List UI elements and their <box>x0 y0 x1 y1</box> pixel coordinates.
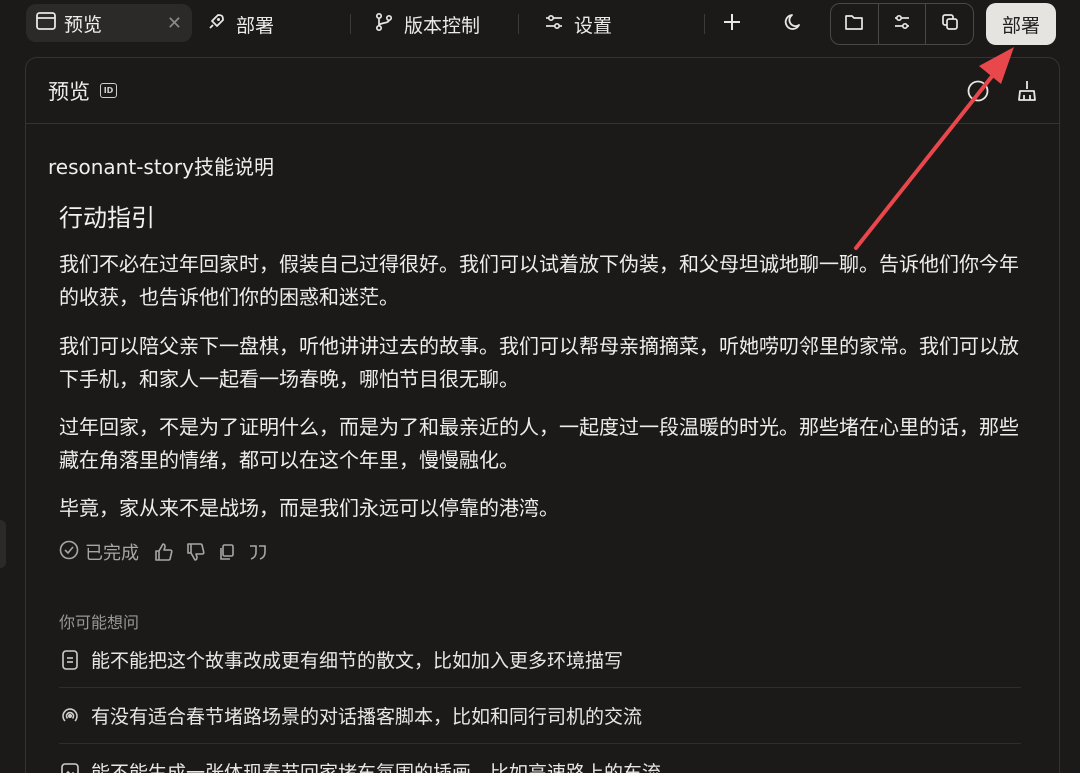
tab-version-control-label: 版本控制 <box>404 14 481 37</box>
tab-deploy[interactable]: 部署 <box>206 6 274 42</box>
close-icon[interactable]: ✕ <box>167 13 182 34</box>
deploy-button[interactable]: 部署 <box>986 3 1056 45</box>
preview-panel: 预览 ID resonant-story技能说明 行动指引 我们不必在过年回家时… <box>25 57 1060 773</box>
tab-version-control[interactable]: 版本控制 <box>374 6 480 42</box>
sliders-icon <box>544 12 564 37</box>
status-label: 已完成 <box>85 543 139 564</box>
tab-preview-label: 预览 <box>64 13 103 36</box>
panel-title: 预览 <box>48 79 90 104</box>
section-heading: 行动指引 <box>59 204 155 232</box>
suggestion-text: 能不能生成一张体现春节回家堵车氛围的插画，比如高速路上的车流 <box>91 762 662 773</box>
tab-deploy-label: 部署 <box>236 14 275 37</box>
folder-button[interactable] <box>831 4 879 44</box>
suggestion-text: 能不能把这个故事改成更有细节的散文，比如加入更多环境描写 <box>91 650 624 672</box>
add-button[interactable] <box>716 8 748 40</box>
copy-button[interactable] <box>926 4 973 44</box>
message-actions: 已完成 <box>59 538 279 566</box>
broom-icon[interactable] <box>1016 79 1038 107</box>
suggestion-item[interactable]: 能不能把这个故事改成更有细节的散文，比如加入更多环境描写 <box>59 632 1021 688</box>
panel-header: 预览 ID <box>26 58 1059 124</box>
tab-settings[interactable]: 设置 <box>544 6 612 42</box>
paragraph: 我们可以陪父亲下一盘棋，听他讲讲过去的故事。我们可以帮母亲摘摘菜，听她唠叨邻里的… <box>59 334 1019 391</box>
top-toolbar: 预览 ✕ 部署 版本控制 设置 部署 <box>24 0 1080 48</box>
suggestions-heading: 你可能想问 <box>59 613 140 632</box>
toolbar-divider <box>350 14 351 34</box>
toolbar-divider <box>518 14 519 34</box>
paragraph: 毕竟，家从来不是战场，而是我们永远可以停靠的港湾。 <box>59 496 559 520</box>
plus-icon <box>722 12 742 36</box>
theme-toggle-button[interactable] <box>778 8 810 40</box>
quote-icon[interactable] <box>247 542 269 562</box>
thumbs-down-icon[interactable] <box>185 541 207 563</box>
sidebar-selected-indicator <box>0 520 6 568</box>
paragraph: 我们不必在过年回家时，假装自己过得很好。我们可以试着放下伪装，和父母坦诚地聊一聊… <box>59 252 1019 309</box>
info-icon[interactable] <box>966 79 990 107</box>
suggestion-item[interactable]: 能不能生成一张体现春节回家堵车氛围的插画，比如高速路上的车流 <box>59 744 1021 773</box>
adjust-button[interactable] <box>879 4 927 44</box>
moon-icon <box>784 12 804 36</box>
copy-icon <box>940 12 960 36</box>
left-sidebar-edge <box>0 0 10 773</box>
folder-icon <box>844 13 864 35</box>
id-badge-icon[interactable]: ID <box>100 83 117 98</box>
browser-window-icon <box>36 12 56 34</box>
paragraph: 过年回家，不是为了证明什么，而是为了和最亲近的人，一起度过一段温暖的时光。那些堵… <box>59 415 1019 472</box>
thumbs-up-icon[interactable] <box>153 541 175 563</box>
rocket-icon <box>206 12 226 37</box>
tab-preview[interactable]: 预览 ✕ <box>26 4 192 42</box>
check-circle-icon <box>59 540 79 565</box>
git-branch-icon <box>374 12 394 37</box>
document-title: resonant-story技能说明 <box>48 155 274 179</box>
podcast-icon <box>59 705 81 727</box>
suggestion-text: 有没有适合春节堵路场景的对话播客脚本，比如和同行司机的交流 <box>91 706 643 728</box>
document-icon <box>59 649 81 671</box>
sliders-icon <box>892 12 912 36</box>
tab-settings-label: 设置 <box>574 14 613 37</box>
toolbar-divider <box>704 14 705 34</box>
suggestion-item[interactable]: 有没有适合春节堵路场景的对话播客脚本，比如和同行司机的交流 <box>59 688 1021 744</box>
image-icon <box>59 761 81 773</box>
copy-icon[interactable] <box>217 542 237 562</box>
view-toggle-group <box>830 3 974 45</box>
